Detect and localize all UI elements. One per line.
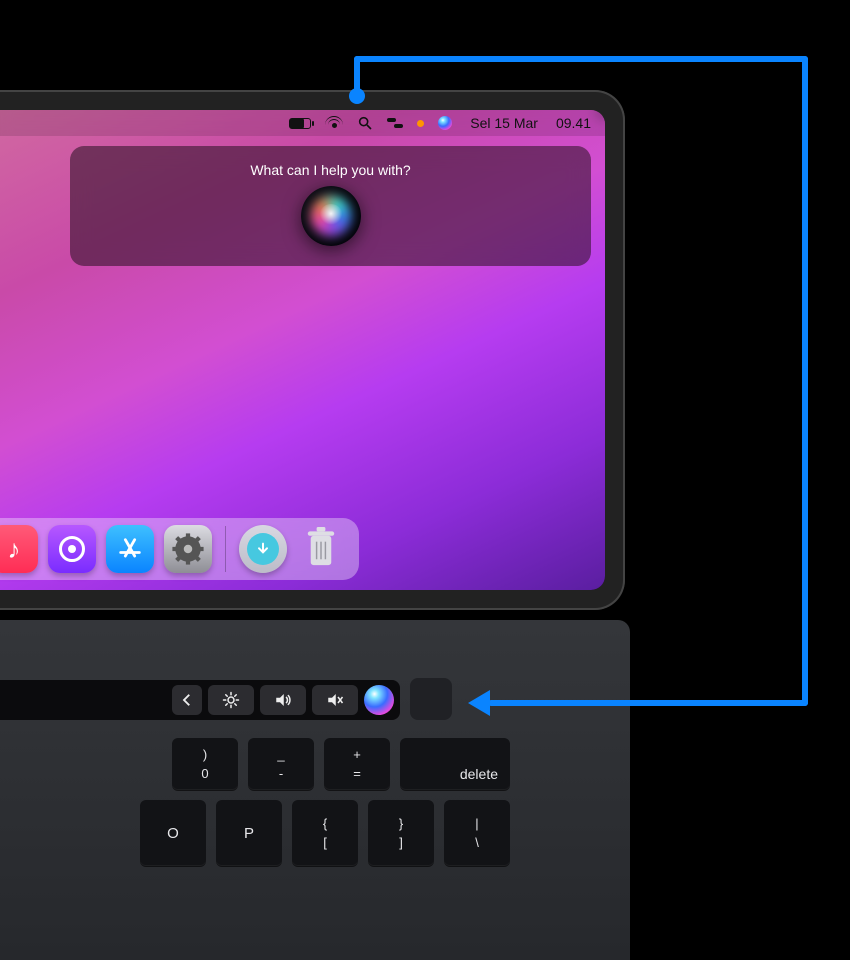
callout-line <box>488 700 808 706</box>
touchbar-siri-button[interactable] <box>364 685 394 715</box>
menu-bar: Sel 15 Mar 09.41 <box>0 110 605 136</box>
dock-trash-icon[interactable] <box>297 525 345 573</box>
dock-appstore-icon[interactable] <box>106 525 154 573</box>
siri-prompt-text: What can I help you with? <box>250 162 410 178</box>
key-bracket-right[interactable]: }] <box>368 800 434 866</box>
touchbar-brightness-button[interactable] <box>208 685 254 715</box>
key-p[interactable]: P <box>216 800 282 866</box>
mic-indicator-icon <box>417 120 424 127</box>
key-minus[interactable]: _- <box>248 738 314 790</box>
siri-panel[interactable]: What can I help you with? <box>70 146 591 266</box>
spotlight-icon[interactable] <box>357 115 373 131</box>
callout-line <box>354 56 808 62</box>
menu-bar-time[interactable]: 09.41 <box>556 115 591 131</box>
laptop-body: )0 _- += delete O P {[ }] |\ <box>0 620 630 960</box>
menu-bar-date[interactable]: Sel 15 Mar <box>470 115 538 131</box>
control-center-icon[interactable] <box>387 118 403 128</box>
touchbar-back-button[interactable] <box>172 685 202 715</box>
key-0[interactable]: )0 <box>172 738 238 790</box>
touch-id-button[interactable] <box>410 678 452 720</box>
dock-settings-icon[interactable] <box>164 525 212 573</box>
dock-music-icon[interactable]: ♪ <box>0 525 38 573</box>
touchbar-mute-button[interactable] <box>312 685 358 715</box>
keyboard: )0 _- += delete O P {[ }] |\ <box>0 738 510 866</box>
laptop-frame: Sel 15 Mar 09.41 What can I help you wit… <box>0 90 625 610</box>
key-o[interactable]: O <box>140 800 206 866</box>
touchbar-volume-button[interactable] <box>260 685 306 715</box>
desktop-wallpaper: Sel 15 Mar 09.41 What can I help you wit… <box>0 110 605 590</box>
screen-bezel: Sel 15 Mar 09.41 What can I help you wit… <box>0 110 605 590</box>
dock: ♪ <box>0 518 359 580</box>
key-backslash[interactable]: |\ <box>444 800 510 866</box>
siri-orb-icon[interactable] <box>301 186 361 246</box>
callout-arrow-icon <box>468 690 490 716</box>
key-equals[interactable]: += <box>324 738 390 790</box>
touch-bar <box>0 680 400 720</box>
key-bracket-left[interactable]: {[ <box>292 800 358 866</box>
callout-dot <box>349 88 365 104</box>
dock-downloads-icon[interactable] <box>239 525 287 573</box>
battery-icon[interactable] <box>289 118 311 129</box>
wifi-icon[interactable] <box>325 116 343 130</box>
dock-divider <box>225 526 226 572</box>
callout-line <box>802 56 808 706</box>
siri-menu-icon[interactable] <box>438 116 452 130</box>
dock-podcasts-icon[interactable] <box>48 525 96 573</box>
key-delete[interactable]: delete <box>400 738 510 790</box>
